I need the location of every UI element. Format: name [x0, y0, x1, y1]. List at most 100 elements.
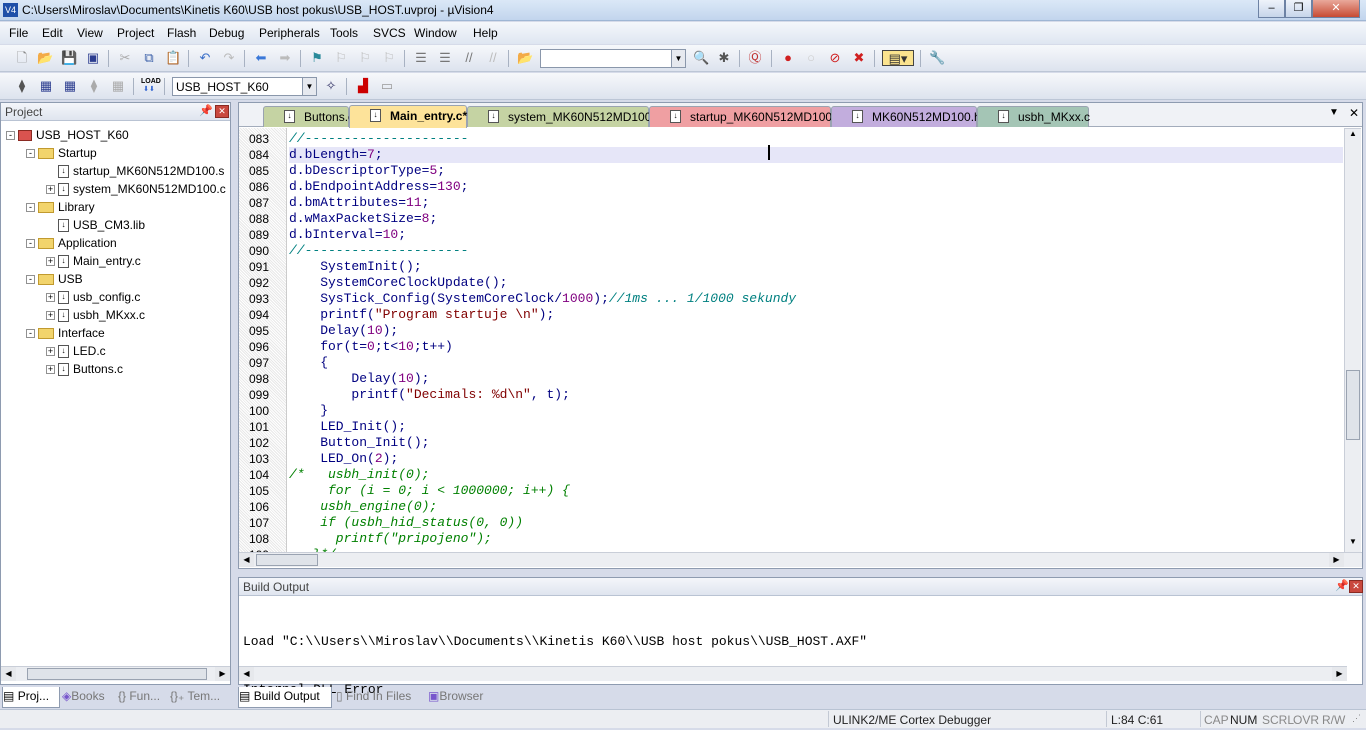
tree-item-file[interactable]: + ↓ Main_entry.c	[46, 252, 141, 270]
vertical-scrollbar[interactable]: ▲ ▼	[1344, 128, 1361, 552]
horizontal-scrollbar[interactable]: ◀ ▶	[1, 666, 230, 681]
tab-file[interactable]: ↓ system_MK60N512MD100.c	[467, 106, 661, 127]
tab-functions[interactable]: {} Fun...	[118, 687, 168, 708]
close-tab-icon[interactable]: ✕	[1349, 106, 1359, 120]
menu-help[interactable]: Help	[473, 26, 498, 40]
open-folder-icon[interactable]: 📂	[37, 50, 53, 66]
scroll-down-icon[interactable]: ▼	[1345, 537, 1361, 552]
target-options-icon[interactable]: ✧	[323, 78, 339, 94]
scroll-right-icon[interactable]: ▶	[1329, 553, 1344, 567]
maximize-button[interactable]: ❐	[1285, 0, 1312, 18]
expand-icon[interactable]: +	[46, 185, 55, 195]
menu-flash[interactable]: Flash	[167, 26, 196, 40]
menu-debug[interactable]: Debug	[209, 26, 244, 40]
menu-file[interactable]: File	[9, 26, 28, 40]
tab-books[interactable]: ◈Books	[62, 687, 114, 708]
menu-view[interactable]: View	[77, 26, 103, 40]
undo-icon[interactable]: ↶	[197, 50, 213, 66]
collapse-icon[interactable]: -	[26, 239, 35, 249]
tree-item-target[interactable]: - USB_HOST_K60	[6, 126, 129, 144]
tree-item-file[interactable]: + ↓ usb_config.c	[46, 288, 140, 306]
expand-icon[interactable]: +	[46, 311, 55, 321]
menu-window[interactable]: Window	[414, 26, 457, 40]
insert-breakpoint-icon[interactable]: ●	[780, 50, 796, 66]
tree-item-folder[interactable]: - USB	[26, 270, 83, 288]
tab-file[interactable]: ↓ startup_MK60N512MD100.s	[649, 106, 841, 127]
uncomment-icon[interactable]: //	[485, 50, 501, 66]
menu-tools[interactable]: Tools	[330, 26, 358, 40]
save-all-icon[interactable]: ▣	[85, 50, 101, 66]
find-combo[interactable]: ▼	[540, 49, 686, 68]
collapse-icon[interactable]: -	[26, 149, 35, 159]
tree-item-folder[interactable]: - Application	[26, 234, 117, 252]
previous-bookmark-icon[interactable]: ⚐	[333, 50, 349, 66]
tab-file[interactable]: ↓ usbh_MKxx.c	[977, 106, 1090, 127]
tab-file[interactable]: ↓ MK60N512MD100.h	[831, 106, 981, 127]
tree-item-file[interactable]: + ↓ Buttons.c	[46, 360, 123, 378]
collapse-icon[interactable]: -	[26, 203, 35, 213]
tree-item-folder[interactable]: - Startup	[26, 144, 97, 162]
tree-item-folder[interactable]: - Library	[26, 198, 95, 216]
scroll-thumb[interactable]	[1346, 370, 1360, 440]
cut-icon[interactable]: ✂	[117, 50, 133, 66]
collapse-icon[interactable]: -	[6, 131, 15, 141]
scroll-left-icon[interactable]: ◀	[1, 667, 16, 681]
tab-templates[interactable]: {}₊ Tem...	[170, 687, 230, 708]
redo-icon[interactable]: ↷	[221, 50, 237, 66]
horizontal-scrollbar[interactable]: ◀ ▶	[239, 552, 1362, 567]
menu-peripherals[interactable]: Peripherals	[259, 26, 320, 40]
pin-icon[interactable]: 📌	[199, 104, 213, 117]
indent-icon[interactable]: ☰	[413, 50, 429, 66]
batch-build-icon[interactable]: ⧫	[86, 78, 102, 94]
window-layout-icon[interactable]: ▤▾	[882, 50, 914, 66]
copy-icon[interactable]: ⧉	[141, 50, 157, 66]
new-file-icon[interactable]: 🗋	[14, 50, 30, 66]
scroll-left-icon[interactable]: ◀	[239, 553, 254, 567]
scroll-thumb[interactable]	[256, 554, 318, 566]
manage-components-icon[interactable]: ▟	[355, 78, 371, 94]
tab-find-in-files[interactable]: ▯ Find In Files	[336, 687, 424, 708]
scroll-right-icon[interactable]: ▶	[215, 667, 230, 681]
tab-file[interactable]: ↓ Buttons.c	[263, 106, 354, 127]
tree-item-file[interactable]: + ↓ system_MK60N512MD100.c	[46, 180, 226, 198]
stop-build-icon[interactable]: ▦	[110, 78, 126, 94]
find-icon[interactable]: 🔍	[693, 50, 709, 66]
navigate-back-icon[interactable]: ⬅	[253, 50, 269, 66]
target-select[interactable]: USB_HOST_K60 ▼	[172, 77, 317, 96]
scroll-left-icon[interactable]: ◀	[239, 667, 254, 681]
translate-icon[interactable]: ⧫	[14, 78, 30, 94]
enable-breakpoint-icon[interactable]: ○	[803, 50, 819, 66]
chevron-down-icon[interactable]: ▼	[302, 78, 316, 95]
horizontal-scrollbar[interactable]: ◀ ▶	[239, 666, 1347, 681]
comment-icon[interactable]: //	[461, 50, 477, 66]
pin-icon[interactable]: 📌	[1335, 579, 1349, 592]
tab-file[interactable]: ↓ Main_entry.c*	[349, 105, 467, 128]
tree-item-file[interactable]: ↓ USB_CM3.lib	[46, 216, 145, 234]
navigate-forward-icon[interactable]: ➡	[277, 50, 293, 66]
unindent-icon[interactable]: ☰	[437, 50, 453, 66]
menu-edit[interactable]: Edit	[42, 26, 63, 40]
expand-icon[interactable]: +	[46, 257, 55, 267]
start-debug-icon[interactable]: Ⓠ	[747, 50, 763, 66]
resize-grip-icon[interactable]: ⋰	[1352, 713, 1361, 724]
menu-svcs[interactable]: SVCS	[373, 26, 406, 40]
next-bookmark-icon[interactable]: ⚐	[357, 50, 373, 66]
tab-list-icon[interactable]: ▼	[1329, 107, 1339, 118]
expand-icon[interactable]: +	[46, 293, 55, 303]
clear-bookmarks-icon[interactable]: ⚐	[381, 50, 397, 66]
close-panel-icon[interactable]: ✕	[1349, 580, 1363, 593]
scroll-right-icon[interactable]: ▶	[1332, 667, 1347, 681]
rebuild-icon[interactable]: ▦	[62, 78, 78, 94]
tree-item-file[interactable]: ↓ startup_MK60N512MD100.s	[46, 162, 224, 180]
tree-item-file[interactable]: + ↓ LED.c	[46, 342, 106, 360]
incremental-find-icon[interactable]: ✱	[716, 50, 732, 66]
tab-browser[interactable]: ▣Browser	[428, 687, 492, 708]
build-icon[interactable]: ▦	[38, 78, 54, 94]
expand-icon[interactable]: +	[46, 365, 55, 375]
chevron-down-icon[interactable]: ▼	[671, 50, 685, 67]
paste-icon[interactable]: 📋	[165, 50, 181, 66]
close-window-button[interactable]: ✕	[1312, 0, 1360, 18]
collapse-icon[interactable]: -	[26, 329, 35, 339]
scroll-thumb[interactable]	[27, 668, 207, 680]
tree-item-folder[interactable]: - Interface	[26, 324, 105, 342]
